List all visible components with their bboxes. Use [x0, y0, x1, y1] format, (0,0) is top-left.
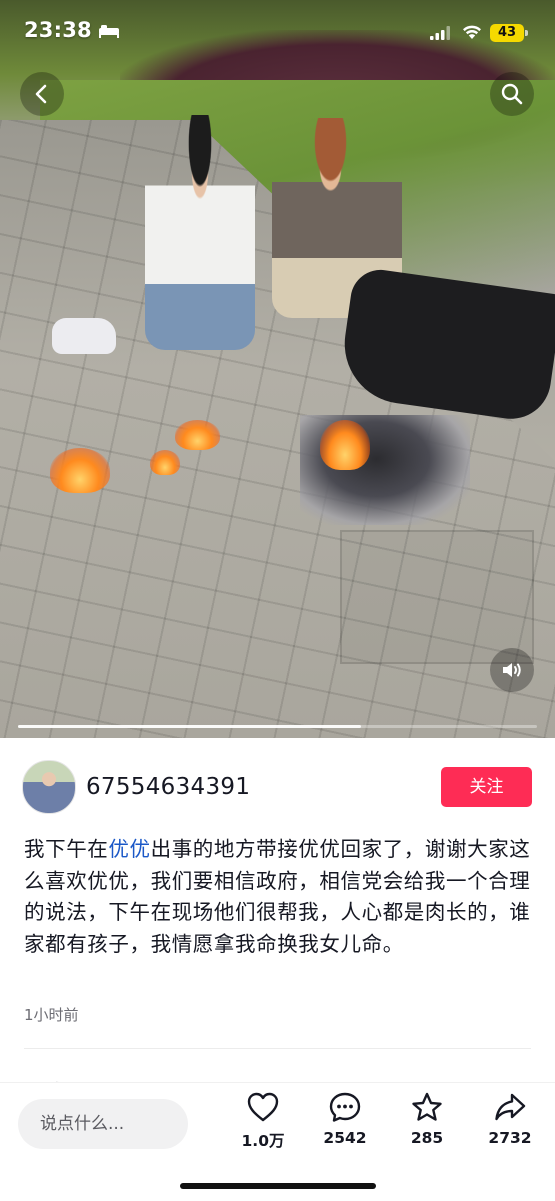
author-username[interactable]: 67554634391 [86, 774, 250, 800]
caption-mention-link[interactable]: 优优 [108, 837, 150, 861]
sound-toggle-button[interactable] [490, 648, 534, 692]
like-button[interactable]: 1.0万 [233, 1091, 293, 1151]
video-scene-manhole [340, 530, 534, 664]
comment-icon [329, 1092, 361, 1122]
heart-icon [247, 1092, 279, 1122]
favorite-count: 285 [410, 1129, 444, 1147]
post-timestamp: 1小时前 [24, 1006, 79, 1024]
video-scene-shoes [52, 318, 116, 354]
post-caption: 我下午在优优出事的地方带接优优回家了，谢谢大家这么喜欢优优，我们要相信政府，相信… [24, 834, 534, 960]
follow-button[interactable]: 关注 [441, 767, 532, 807]
share-icon [495, 1093, 526, 1121]
comment-button[interactable]: 2542 [315, 1091, 375, 1147]
speaker-icon [503, 663, 521, 677]
video-scene-person-left [145, 115, 255, 350]
home-indicator [180, 1183, 376, 1189]
avatar[interactable] [22, 760, 76, 814]
sleep-mode-icon [99, 25, 119, 38]
star-icon [412, 1092, 442, 1121]
video-player[interactable]: 23:38 43 [0, 0, 555, 738]
video-progress-fill [18, 725, 361, 728]
video-scene-flame [175, 420, 220, 450]
caption-text-start: 我下午在 [24, 837, 109, 861]
section-divider [24, 1048, 531, 1049]
wifi-icon [463, 25, 481, 39]
back-button[interactable] [20, 72, 64, 116]
status-bar: 23:38 43 [0, 0, 555, 70]
battery-indicator: 43 [490, 24, 528, 42]
favorite-button[interactable]: 285 [397, 1091, 457, 1147]
video-scene-flame [320, 420, 370, 470]
cellular-signal-icon [430, 26, 450, 40]
author-row: 67554634391 关注 [0, 738, 555, 838]
search-icon [501, 83, 523, 105]
comment-input[interactable]: 说点什么... [18, 1099, 188, 1149]
video-scene-flame [50, 448, 110, 493]
like-count: 1.0万 [241, 1132, 285, 1150]
chevron-left-icon [35, 84, 47, 104]
video-scene-flame [150, 450, 180, 475]
share-count: 2732 [488, 1129, 532, 1147]
video-progress-bar[interactable] [18, 725, 537, 728]
bottom-action-bar: 说点什么... 1.0万 2542 285 2732 [0, 1082, 555, 1201]
comment-count: 2542 [323, 1129, 367, 1147]
search-button[interactable] [490, 72, 534, 116]
status-time: 23:38 [24, 18, 92, 42]
share-button[interactable]: 2732 [480, 1091, 540, 1147]
